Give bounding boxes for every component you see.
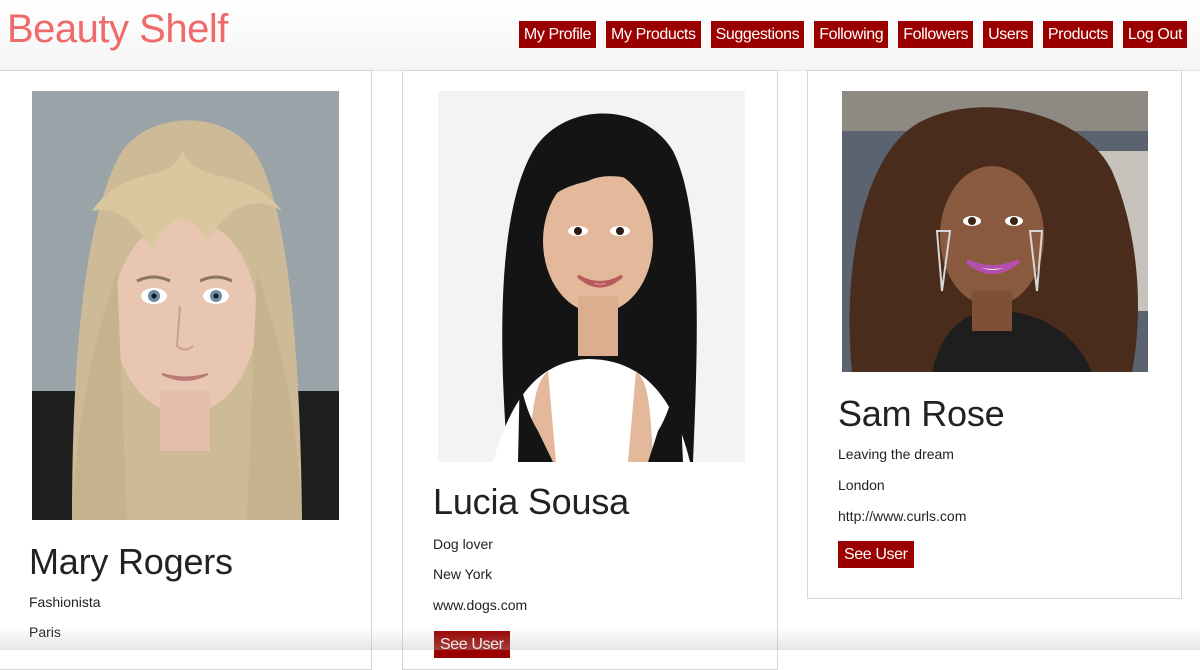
user-city: London [838,477,885,493]
brand-logo[interactable]: Beauty Shelf [7,9,228,49]
nav-suggestions-button[interactable]: Suggestions [710,21,805,48]
user-name: Mary Rogers [29,541,233,582]
user-name: Sam Rose [838,393,1005,434]
user-photo [32,91,339,520]
user-bio: Dog lover [433,536,493,552]
user-photo [842,91,1148,372]
user-website: http://www.curls.com [838,508,967,524]
user-card-lucia-sousa: Lucia Sousa Dog lover New York www.dogs.… [402,70,778,670]
user-card-sam-rose: Sam Rose Leaving the dream London http:/… [807,70,1182,599]
nav-my-products-button[interactable]: My Products [606,21,701,48]
nav-following-button[interactable]: Following [814,21,889,48]
user-bio: Fashionista [29,594,101,610]
user-photo [438,91,745,462]
nav-followers-button[interactable]: Followers [898,21,974,48]
user-card-mary-rogers: Mary Rogers Fashionista Paris [0,70,372,670]
see-user-button[interactable]: See User [838,541,914,568]
see-user-button[interactable]: See User [434,631,510,658]
user-website: www.dogs.com [433,597,528,613]
user-city: Paris [29,624,61,640]
nav-products-button[interactable]: Products [1042,21,1113,48]
user-name: Lucia Sousa [433,481,629,522]
user-bio: Leaving the dream [838,446,954,462]
top-navbar: Beauty Shelf My Profile My Products Sugg… [0,0,1200,71]
main-nav: My Profile My Products Suggestions Follo… [518,21,1187,48]
user-city: New York [433,566,493,582]
nav-my-profile-button[interactable]: My Profile [518,21,597,48]
nav-users-button[interactable]: Users [983,21,1033,48]
nav-log-out-button[interactable]: Log Out [1122,21,1187,48]
